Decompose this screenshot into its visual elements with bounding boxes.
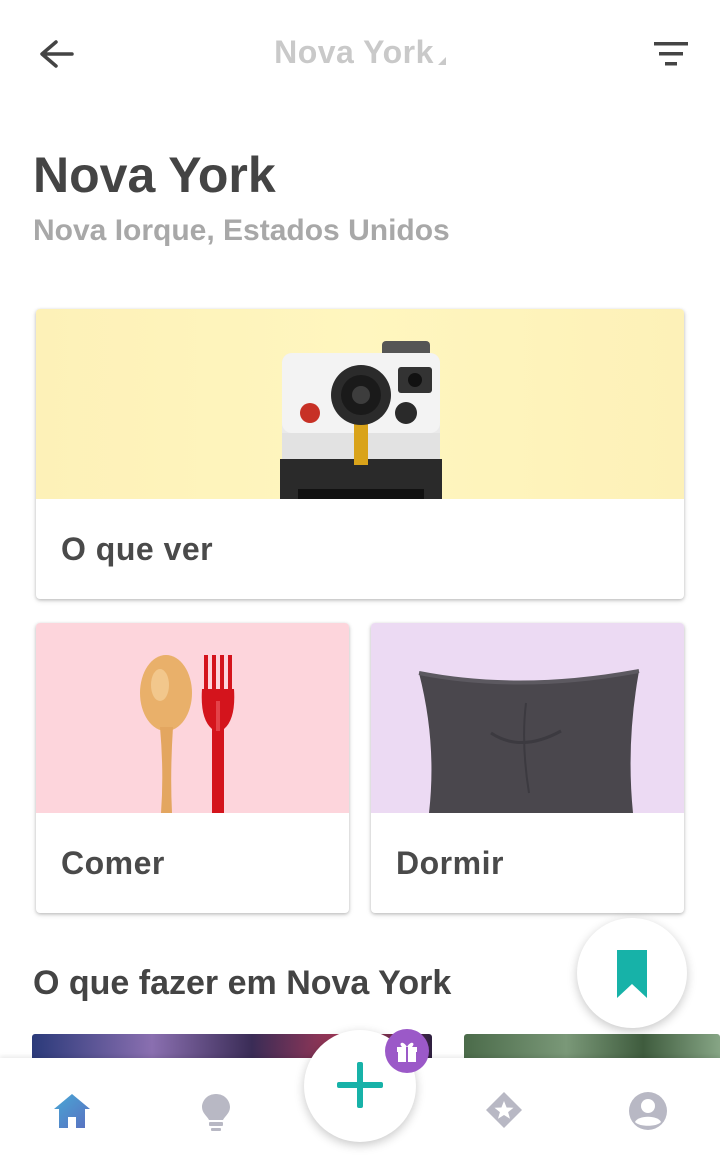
nav-home[interactable]	[49, 1088, 95, 1134]
location-dropdown[interactable]: Nova York	[0, 34, 720, 71]
category-card-sleep[interactable]: Dormir	[371, 623, 684, 913]
category-card-see[interactable]: O que ver	[36, 309, 684, 599]
category-label: Comer	[61, 845, 165, 881]
dropdown-caret-icon	[437, 57, 446, 65]
lightbulb-icon	[202, 1094, 230, 1131]
gift-icon	[397, 1042, 417, 1062]
section-title: O que fazer em Nova York	[33, 964, 452, 1002]
category-card-eat[interactable]: Comer	[36, 623, 349, 913]
gift-badge[interactable]	[385, 1029, 429, 1073]
bookmark-icon	[617, 950, 647, 998]
header-title: Nova York	[274, 34, 434, 70]
filter-icon	[654, 42, 688, 66]
page-title: Nova York	[33, 147, 276, 203]
home-icon	[54, 1094, 90, 1128]
nav-profile[interactable]	[625, 1088, 671, 1134]
spoon-fork-image	[36, 623, 349, 813]
nav-favorites[interactable]	[481, 1088, 527, 1134]
account-icon	[629, 1092, 667, 1130]
star-badge-icon	[486, 1092, 522, 1128]
category-label: Dormir	[396, 845, 504, 881]
filter-button[interactable]	[652, 38, 692, 72]
top-app-bar: Nova York	[0, 0, 720, 110]
camera-image	[36, 309, 684, 499]
nav-ideas[interactable]	[193, 1088, 239, 1134]
pillow-image	[371, 623, 684, 813]
bookmark-button[interactable]	[577, 918, 687, 1028]
category-label: O que ver	[61, 531, 214, 567]
page-subtitle: Nova Iorque, Estados Unidos	[33, 214, 450, 247]
